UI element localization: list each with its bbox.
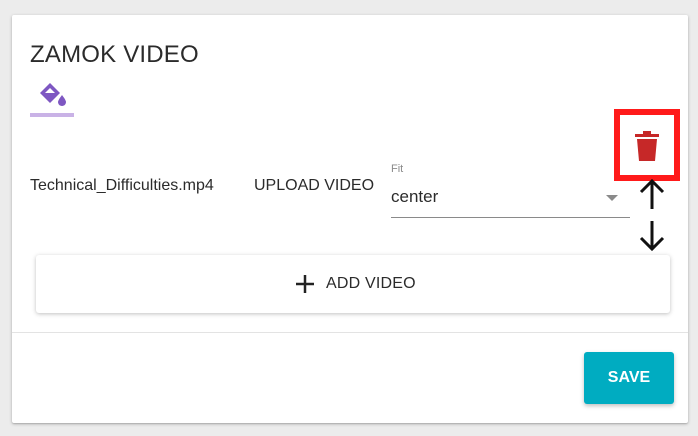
arrow-down-icon xyxy=(639,221,665,252)
trash-icon xyxy=(635,131,659,161)
chevron-down-icon xyxy=(606,195,618,201)
add-video-label: ADD VIDEO xyxy=(326,275,416,292)
move-up-button[interactable] xyxy=(636,177,668,211)
upload-video-button[interactable]: UPLOAD VIDEO xyxy=(254,177,374,195)
divider xyxy=(12,332,688,333)
delete-video-button[interactable] xyxy=(614,109,680,181)
fit-select[interactable]: Fit center xyxy=(391,163,630,218)
video-card: ZAMOK VIDEO Technical_Difficulties.mp4 U… xyxy=(12,15,688,423)
add-video-button[interactable]: ADD VIDEO xyxy=(36,255,670,313)
fit-label: Fit xyxy=(391,163,404,175)
fit-value: center xyxy=(391,187,439,206)
format-color-fill-icon xyxy=(40,83,66,106)
paint-bucket-button[interactable] xyxy=(30,73,74,117)
section-title: ZAMOK VIDEO xyxy=(30,41,199,68)
plus-icon xyxy=(296,275,314,293)
arrow-up-icon xyxy=(639,178,665,209)
paint-color-indicator xyxy=(30,113,74,117)
move-down-button[interactable] xyxy=(636,219,668,253)
save-button[interactable]: SAVE xyxy=(584,352,674,404)
video-filename: Technical_Difficulties.mp4 xyxy=(30,177,214,194)
